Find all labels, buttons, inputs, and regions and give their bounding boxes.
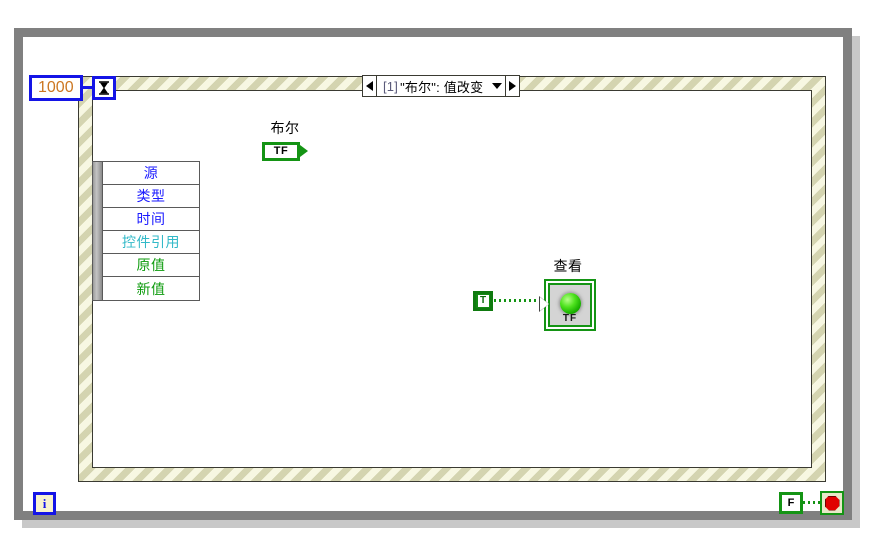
case-selector-label: [1] "布尔": 值改变 xyxy=(377,76,490,96)
data-node-item-type[interactable]: 类型 xyxy=(103,185,199,208)
case-event-name: "布尔": 值改变 xyxy=(400,79,484,95)
event-data-node-handle[interactable] xyxy=(92,161,103,301)
false-constant[interactable]: F xyxy=(779,492,803,514)
boolean-control-label: 布尔 xyxy=(270,120,300,136)
event-data-node[interactable]: 源 类型 时间 控件引用 原值 新值 xyxy=(92,161,200,301)
true-constant[interactable]: T xyxy=(473,291,493,311)
loop-conditional-terminal[interactable] xyxy=(820,491,844,515)
boolean-terminal[interactable]: TF xyxy=(262,141,308,161)
led-inner-frame: TF xyxy=(548,283,592,327)
stop-octagon-icon xyxy=(824,495,840,511)
case-previous-arrow[interactable] xyxy=(363,76,377,96)
led-lamp-icon xyxy=(559,293,581,314)
event-data-node-rows: 源 类型 时间 控件引用 原值 新值 xyxy=(103,161,200,301)
led-indicator-label: 查看 xyxy=(553,258,583,274)
event-structure-interior xyxy=(92,90,812,468)
boolean-terminal-value: TF xyxy=(262,141,300,161)
hourglass-icon xyxy=(98,81,110,95)
event-case-selector[interactable]: [1] "布尔": 值改变 xyxy=(362,75,521,97)
led-indicator-terminal[interactable]: TF xyxy=(539,279,596,331)
led-outer-frame: TF xyxy=(544,279,596,331)
data-node-item-new-value[interactable]: 新值 xyxy=(103,277,199,300)
block-diagram-canvas: [1] "布尔": 值改变 1000 源 类型 时间 控件引用 原值 新值 布尔 xyxy=(0,0,882,547)
true-to-led-wire xyxy=(494,299,544,302)
timeout-terminal[interactable] xyxy=(92,76,116,100)
case-next-arrow[interactable] xyxy=(505,76,520,96)
case-index: [1] xyxy=(383,78,399,94)
boolean-control-group: 布尔 TF xyxy=(262,118,308,161)
true-constant-label: T xyxy=(477,295,489,307)
led-tf-label: TF xyxy=(562,313,578,324)
data-node-item-time[interactable]: 时间 xyxy=(103,208,199,231)
led-input-arrow-icon xyxy=(540,297,549,311)
timeout-constant[interactable]: 1000 xyxy=(29,75,83,101)
data-node-item-control-ref[interactable]: 控件引用 xyxy=(103,231,199,254)
false-to-stop-wire xyxy=(803,501,821,504)
boolean-terminal-output-arrow-icon xyxy=(300,145,308,157)
case-dropdown-chevron-icon[interactable] xyxy=(489,76,506,96)
loop-iteration-terminal[interactable]: i xyxy=(33,492,56,515)
data-node-item-source[interactable]: 源 xyxy=(103,162,199,185)
data-node-item-old-value[interactable]: 原值 xyxy=(103,254,199,277)
led-indicator-group: 查看 TF xyxy=(539,256,596,331)
